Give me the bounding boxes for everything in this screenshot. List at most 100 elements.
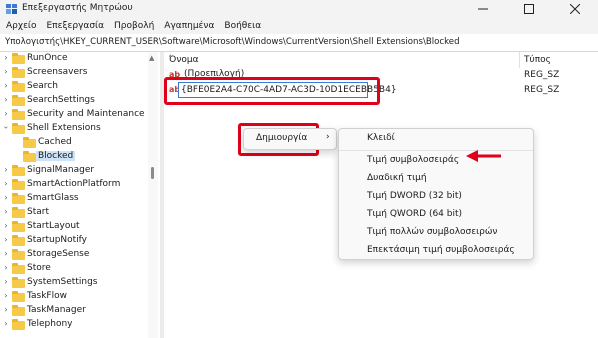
folder-icon — [23, 137, 36, 148]
tree-item-telephony[interactable]: › Telephony — [0, 318, 150, 332]
submenu-item-string-value[interactable]: Τιμή συμβολοσειράς — [339, 151, 533, 171]
tree-item-label: Blocked — [36, 151, 76, 161]
submenu-item-label: Τιμή QWORD (64 bit) — [367, 209, 463, 219]
context-menu: Δημιουργία › — [243, 128, 337, 150]
expand-chevron-icon[interactable]: › — [2, 277, 10, 286]
menu-favorites[interactable]: Αγαπημένα — [164, 21, 214, 31]
tree-item-taskflow[interactable]: › TaskFlow — [0, 290, 150, 304]
expand-chevron-icon[interactable]: › — [2, 53, 10, 62]
tree-item-runonce[interactable]: › RunOnce — [0, 52, 150, 66]
expand-chevron-icon[interactable]: › — [2, 95, 10, 104]
tree-item-label: StartLayout — [27, 221, 80, 231]
tree-item-startlayout[interactable]: › StartLayout — [0, 220, 150, 234]
close-button[interactable] — [552, 0, 597, 18]
minimize-icon — [477, 8, 488, 10]
registry-editor-icon — [6, 4, 17, 14]
expand-chevron-icon[interactable]: › — [2, 263, 10, 272]
value-type: REG_SZ — [524, 85, 560, 95]
submenu-item-qword-value[interactable]: Τιμή QWORD (64 bit) — [339, 205, 533, 225]
folder-icon — [12, 319, 25, 330]
expand-chevron-icon[interactable]: › — [2, 291, 10, 300]
folder-icon — [12, 165, 25, 176]
tree-item-search[interactable]: › Search — [0, 80, 150, 94]
minimize-button[interactable] — [460, 0, 505, 18]
menu-edit[interactable]: Επεξεργασία — [47, 21, 105, 31]
expand-chevron-icon[interactable]: › — [2, 81, 10, 90]
folder-icon — [12, 221, 25, 232]
tree-item-label: Cached — [38, 137, 72, 147]
tree-item-shell-extensions[interactable]: › Shell Extensions — [0, 122, 150, 136]
scrollbar-thumb[interactable] — [151, 167, 154, 179]
folder-icon — [23, 151, 36, 162]
expand-chevron-icon[interactable]: › — [2, 319, 10, 328]
expand-chevron-icon[interactable]: › — [2, 165, 10, 174]
expand-chevron-icon[interactable]: › — [2, 67, 10, 76]
submenu-item-dword-value[interactable]: Τιμή DWORD (32 bit) — [339, 187, 533, 207]
column-header-type[interactable]: Τύπος — [524, 55, 551, 65]
tree-item-taskmanager[interactable]: › TaskManager — [0, 304, 150, 318]
menu-item-label: Δημιουργία — [256, 133, 308, 143]
tree-scrollbar[interactable]: ▲ — [148, 52, 158, 338]
tree-item-cached[interactable]: Cached — [0, 136, 150, 150]
folder-icon — [12, 291, 25, 302]
expand-chevron-icon[interactable]: › — [2, 235, 10, 244]
expand-chevron-icon[interactable]: › — [2, 305, 10, 314]
expand-chevron-icon[interactable]: › — [2, 207, 10, 216]
chevron-right-icon: › — [326, 132, 330, 142]
folder-icon — [12, 305, 25, 316]
submenu-item-label: Τιμή DWORD (32 bit) — [367, 191, 462, 201]
tree-item-storagesense[interactable]: › StorageSense — [0, 248, 150, 262]
tree-item-label: SearchSettings — [27, 95, 95, 105]
tree-item-searchsettings[interactable]: › SearchSettings — [0, 94, 150, 108]
expand-chevron-icon[interactable]: › — [2, 221, 10, 230]
expand-chevron-icon[interactable]: › — [2, 179, 10, 188]
submenu-item-multi-string-value[interactable]: Τιμή πολλών συμβολοσειρών — [339, 223, 533, 243]
collapse-chevron-icon[interactable]: › — [2, 124, 11, 132]
tree-item-label: RunOnce — [27, 53, 68, 63]
folder-icon — [12, 235, 25, 246]
menu-item-new[interactable]: Δημιουργία › — [244, 129, 336, 149]
expand-chevron-icon[interactable]: › — [2, 109, 10, 118]
tree-item-screensavers[interactable]: › Screensavers — [0, 66, 150, 80]
key-tree: › RunOnce › Screensavers › Search › Sear… — [0, 52, 160, 338]
tree-item-systemsettings[interactable]: › SystemSettings — [0, 276, 150, 290]
tree-item-label: StorageSense — [27, 249, 90, 259]
expand-chevron-icon[interactable]: › — [2, 249, 10, 258]
submenu-item-label: Τιμή συμβολοσειράς — [367, 155, 460, 165]
tree-item-label: SignalManager — [27, 165, 95, 175]
tree-item-label: Start — [27, 207, 49, 217]
submenu-item-binary-value[interactable]: Δυαδική τιμή — [339, 169, 533, 189]
tree-item-store[interactable]: › Store — [0, 262, 150, 276]
tree-item-label: SmartActionPlatform — [27, 179, 121, 189]
tree-item-label: Security and Maintenance — [27, 109, 145, 119]
tree-item-label: Shell Extensions — [27, 123, 101, 133]
column-divider[interactable] — [519, 52, 520, 68]
column-header-name[interactable]: Όνομα — [169, 55, 199, 65]
tree-item-signalmanager[interactable]: › SignalManager — [0, 164, 150, 178]
submenu-item-expandable-string-value[interactable]: Επεκτάσιμη τιμή συμβολοσειράς — [339, 241, 533, 261]
highlight-frame-value — [164, 77, 380, 105]
expand-chevron-icon[interactable]: › — [2, 193, 10, 202]
menu-view[interactable]: Προβολή — [114, 21, 154, 31]
tree-item-startupnotify[interactable]: › StartupNotify — [0, 234, 150, 248]
tree-item-security-and-maintenance[interactable]: › Security and Maintenance — [0, 108, 150, 122]
tree-item-smartactionplatform[interactable]: › SmartActionPlatform — [0, 178, 150, 192]
menu-bar: Αρχείο Επεξεργασία Προβολή Αγαπημένα Βοή… — [0, 18, 598, 34]
tree-item-label: StartupNotify — [27, 235, 88, 245]
menu-help[interactable]: Βοήθεια — [224, 21, 261, 31]
tree-item-smartglass[interactable]: › SmartGlass — [0, 192, 150, 206]
submenu-item-label: Επεκτάσιμη τιμή συμβολοσειράς — [367, 245, 515, 255]
window-title: Επεξεργαστής Μητρώου — [22, 3, 133, 13]
maximize-button[interactable] — [506, 0, 551, 18]
tree-item-start[interactable]: › Start — [0, 206, 150, 220]
address-bar[interactable]: Υπολογιστής\HKEY_CURRENT_USER\Software\M… — [0, 34, 598, 52]
submenu-item-key[interactable]: Κλειδί — [339, 129, 533, 149]
submenu-item-label: Δυαδική τιμή — [367, 173, 427, 183]
address-path: Υπολογιστής\HKEY_CURRENT_USER\Software\M… — [5, 37, 460, 47]
menu-file[interactable]: Αρχείο — [6, 21, 37, 31]
tree-item-label: SmartGlass — [27, 193, 79, 203]
folder-icon — [12, 67, 25, 78]
tree-item-blocked[interactable]: Blocked — [0, 150, 150, 164]
folder-icon — [12, 95, 25, 106]
scroll-up-icon[interactable]: ▲ — [149, 54, 154, 62]
